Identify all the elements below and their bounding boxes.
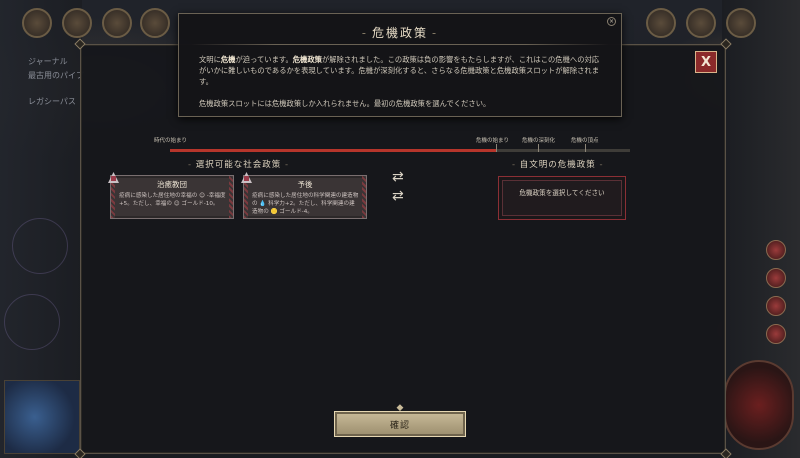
policy-card-healing-order[interactable]: 治癒教団 疫病に感染した居住地の幸福の 😊 -幸福度+5。ただし、幸福の 😊 ゴ… <box>108 172 234 219</box>
government-icon[interactable] <box>62 8 92 38</box>
keyword-crisis: 危機 <box>220 55 236 64</box>
popup-body: 文明に危機が迫っています。危機政策が解除されました。この政策は負の影響をもたらし… <box>199 54 603 120</box>
side-action-icon[interactable] <box>766 268 786 288</box>
age-progress-fill <box>170 149 497 152</box>
swap-arrows-icon: ⇄ <box>392 188 404 204</box>
keyword-crisis-policy: 危機政策 <box>292 55 322 64</box>
card-stripe <box>229 176 233 218</box>
timeline-tick <box>538 144 539 152</box>
popup-paragraph: 危機政策スロットには危機政策しか入れられません。最初の危機政策を選んでください。 <box>199 99 491 108</box>
card-title: 治癒教団 <box>157 180 187 189</box>
city-name: ジャーナル <box>28 57 68 66</box>
card-title: 予後 <box>297 180 313 189</box>
own-title-text: 自文明の危機政策 <box>519 160 596 170</box>
city-subtitle: 最古用のパイプ <box>28 71 84 80</box>
leader-portrait-icon[interactable] <box>726 8 756 38</box>
crisis-policy-slot[interactable]: 危機政策を選択してください <box>498 176 626 220</box>
divider <box>191 44 609 45</box>
leader-portrait-icon[interactable] <box>646 8 676 38</box>
available-title-text: 選択可能な社会政策 <box>195 160 282 170</box>
available-policies-title: - 選択可能な社会政策 - <box>188 160 290 170</box>
timeline-label-crisis-start: 危機の始まり <box>476 138 510 144</box>
confirm-button[interactable]: 確認 <box>334 411 466 437</box>
popup-paragraph: 文明に危機が迫っています。危機政策が解除されました。この政策は負の影響をもたらし… <box>199 54 603 87</box>
card-description: 疫病に感染した居住地の科学関連の建造物の 💧 科学力+2。ただし、科学関連の建造… <box>252 193 359 215</box>
side-action-icon[interactable] <box>766 296 786 316</box>
card-stripe <box>362 176 366 218</box>
timeline-label-age-start: 時代の始まり <box>154 138 188 144</box>
civilization-emblem-icon[interactable] <box>22 8 52 38</box>
scroll-icon[interactable] <box>140 8 170 38</box>
swap-arrows-icon: ⇄ <box>392 169 404 185</box>
side-action-icon[interactable] <box>766 240 786 260</box>
map-ornament-icon <box>12 218 68 274</box>
timeline-label-crisis-peak: 危機の頂点 <box>571 138 599 144</box>
slot-prompt-text: 危機政策を選択してください <box>519 189 605 197</box>
legacy-path-label: レガシーパス <box>28 97 76 106</box>
text-span: が迫っています。 <box>235 55 293 64</box>
turn-dial[interactable] <box>724 360 794 450</box>
age-progress-bar <box>170 149 630 152</box>
policy-card-prognosis[interactable]: 予後 疫病に感染した居住地の科学関連の建造物の 💧 科学力+2。ただし、科学関連… <box>241 172 367 219</box>
card-description: 疫病に感染した居住地の幸福の 😊 -幸福度+5。ただし、幸福の 😊 ゴールド-1… <box>119 193 226 207</box>
popup-title-text: 危機政策 <box>371 26 428 40</box>
text-span: 文明に <box>199 55 221 64</box>
leader-portrait-icon[interactable] <box>686 8 716 38</box>
popup-title: - 危機政策 - <box>361 26 439 40</box>
crisis-info-popup: × - 危機政策 - 文明に危機が迫っています。危機政策が解除されました。この政策は… <box>178 13 622 117</box>
timeline-tick <box>585 144 586 152</box>
timeline-tick <box>496 144 497 152</box>
religion-icon[interactable] <box>102 8 132 38</box>
minimap[interactable] <box>4 380 80 454</box>
own-policies-title: - 自文明の危機政策 - <box>512 160 604 170</box>
map-ornament-icon <box>4 294 60 350</box>
close-button[interactable]: X <box>695 51 717 73</box>
side-action-icon[interactable] <box>766 324 786 344</box>
timeline-label-crisis-deepening: 危機の深刻化 <box>522 138 556 144</box>
